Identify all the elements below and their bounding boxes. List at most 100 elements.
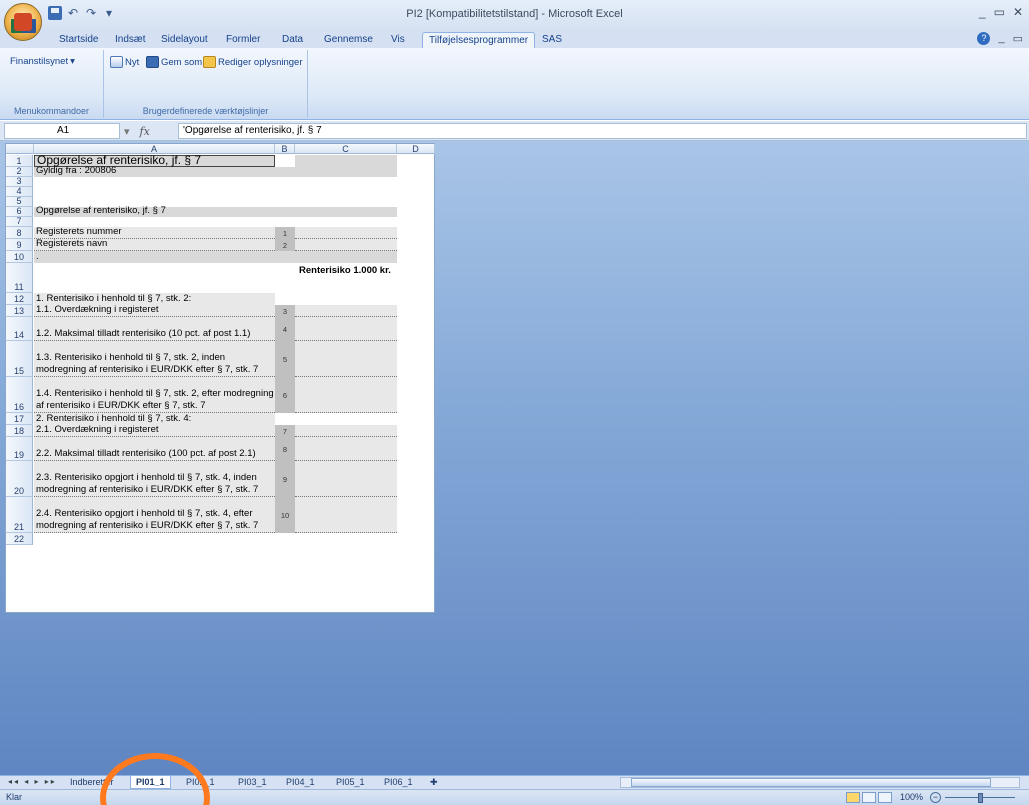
- cell-a16[interactable]: 1.4. Renterisiko i henhold til § 7, stk.…: [34, 377, 275, 413]
- cell-c8[interactable]: [295, 227, 397, 239]
- cell-b13[interactable]: 3: [275, 305, 295, 317]
- cell-c6[interactable]: [295, 207, 397, 217]
- worksheet[interactable]: A B C D 1 Opgørelse af renterisiko, jf. §…: [5, 143, 435, 613]
- row-header-9[interactable]: 9: [6, 239, 33, 251]
- row-header-22[interactable]: 22: [6, 533, 33, 545]
- horizontal-scrollbar[interactable]: [620, 777, 1020, 788]
- gem-som-button[interactable]: Gem som: [146, 56, 202, 68]
- tab-sidelayout[interactable]: Sidelayout: [155, 32, 214, 48]
- cell-b10[interactable]: [275, 251, 295, 263]
- cell-c21[interactable]: [295, 497, 397, 533]
- finanstilsynet-menu-button[interactable]: Finanstilsynet ▾: [10, 56, 75, 67]
- cell-b6[interactable]: [275, 207, 295, 217]
- restore-button[interactable]: ▭: [994, 5, 1005, 19]
- nyt-button[interactable]: Nyt: [110, 56, 139, 68]
- cell-c22[interactable]: [295, 533, 397, 545]
- tab-tilfoejelsesprogrammer[interactable]: Tilføjelsesprogrammer: [422, 32, 536, 48]
- zoom-level[interactable]: 100%: [900, 792, 923, 802]
- cell-a9[interactable]: Registerets navn: [34, 238, 275, 251]
- cell-b8[interactable]: 1: [275, 227, 295, 239]
- cell-c16[interactable]: [295, 377, 397, 413]
- cell-b19[interactable]: 8: [275, 437, 295, 461]
- cell-c1[interactable]: [295, 155, 397, 167]
- select-all-corner[interactable]: [6, 144, 34, 154]
- cell-a20[interactable]: 2.3. Renterisiko opgjort i henhold til §…: [34, 461, 275, 497]
- cell-b20[interactable]: 9: [275, 461, 295, 497]
- cell-a11[interactable]: [34, 263, 275, 293]
- rediger-oplysninger-button[interactable]: Rediger oplysninger: [203, 56, 303, 68]
- cell-a14[interactable]: 1.2. Maksimal tilladt renterisiko (10 pc…: [34, 317, 275, 341]
- tab-sas[interactable]: SAS: [536, 32, 568, 48]
- tab-indsaet[interactable]: Indsæt: [109, 32, 152, 48]
- row-header-20[interactable]: 20: [6, 461, 33, 497]
- row-header-12[interactable]: 12: [6, 293, 33, 305]
- cell-a13[interactable]: 1.1. Overdækning i registeret: [34, 304, 275, 317]
- tab-data[interactable]: Data: [276, 32, 309, 48]
- row-header-16[interactable]: 16: [6, 377, 33, 413]
- ribbon-restore-button[interactable]: ▭: [1013, 32, 1023, 45]
- cell-b15[interactable]: 5: [275, 341, 295, 377]
- zoom-out-button[interactable]: −: [930, 792, 941, 803]
- office-button[interactable]: [4, 3, 42, 41]
- formula-input[interactable]: 'Opgørelse af renterisiko, jf. § 7: [178, 123, 1027, 139]
- column-header-b[interactable]: B: [275, 144, 295, 154]
- row-header-21[interactable]: 21: [6, 497, 33, 533]
- column-header-d[interactable]: D: [397, 144, 435, 154]
- cell-b9[interactable]: 2: [275, 239, 295, 251]
- cell-b21[interactable]: 10: [275, 497, 295, 533]
- cell-c12[interactable]: [295, 293, 397, 305]
- tab-vis[interactable]: Vis: [385, 32, 411, 48]
- cell-c15[interactable]: [295, 341, 397, 377]
- cell-c20[interactable]: [295, 461, 397, 497]
- cell-c5[interactable]: [295, 197, 397, 207]
- cell-b7[interactable]: [275, 217, 295, 227]
- cell-a19[interactable]: 2.2. Maksimal tilladt renterisiko (100 p…: [34, 437, 275, 461]
- sheet-tab-pi04[interactable]: PI04_1: [286, 776, 315, 789]
- row-header-13[interactable]: 13: [6, 305, 33, 317]
- scroll-thumb[interactable]: [631, 778, 991, 787]
- cell-a18[interactable]: 2.1. Overdækning i registeret: [34, 424, 275, 437]
- cell-c10[interactable]: [295, 251, 397, 263]
- cell-b12[interactable]: [275, 293, 295, 305]
- cell-c7[interactable]: [295, 217, 397, 227]
- cell-b22[interactable]: [275, 533, 295, 545]
- cell-c18[interactable]: [295, 425, 397, 437]
- row-header-8[interactable]: 8: [6, 227, 33, 239]
- cell-c19[interactable]: [295, 437, 397, 461]
- sheet-tab-pi06[interactable]: PI06_1: [384, 776, 413, 789]
- close-button[interactable]: ✕: [1013, 5, 1023, 19]
- minimize-button[interactable]: _: [979, 5, 986, 19]
- cell-b17[interactable]: [275, 413, 295, 425]
- zoom-slider-thumb[interactable]: [978, 793, 983, 803]
- cell-b4[interactable]: [275, 187, 295, 197]
- row-header-14[interactable]: 14: [6, 317, 33, 341]
- tab-formler[interactable]: Formler: [220, 32, 266, 48]
- cell-a22[interactable]: [34, 533, 275, 545]
- sheet-nav-buttons[interactable]: ◂◂ ◂ ▸ ▸▸: [8, 777, 57, 786]
- insert-sheet-icon[interactable]: ✚: [430, 776, 438, 789]
- cell-a4[interactable]: [34, 187, 275, 197]
- page-break-view-button[interactable]: [878, 792, 892, 803]
- row-header-19[interactable]: 19: [6, 437, 33, 461]
- namebox-dropdown-icon[interactable]: ▾: [124, 125, 130, 138]
- row-header-11[interactable]: 11: [6, 263, 33, 293]
- cell-b2[interactable]: [275, 167, 295, 177]
- cell-a15[interactable]: 1.3. Renterisiko i henhold til § 7, stk.…: [34, 341, 275, 377]
- cell-a6[interactable]: Opgørelse af renterisiko, jf. § 7: [34, 205, 275, 217]
- cell-b14[interactable]: 4: [275, 317, 295, 341]
- cell-a10[interactable]: .: [34, 251, 275, 263]
- cell-c17[interactable]: [295, 413, 397, 425]
- normal-view-button[interactable]: [846, 792, 860, 803]
- cell-b1[interactable]: [275, 155, 295, 167]
- cell-b18[interactable]: 7: [275, 425, 295, 437]
- ribbon-minimize-button[interactable]: _: [998, 32, 1004, 45]
- cell-c14[interactable]: [295, 317, 397, 341]
- sheet-tab-pi03[interactable]: PI03_1: [238, 776, 267, 789]
- help-icon[interactable]: ?: [977, 32, 991, 45]
- cell-b16[interactable]: 6: [275, 377, 295, 413]
- cell-a3[interactable]: [34, 177, 275, 187]
- row-header-10[interactable]: 10: [6, 251, 33, 263]
- sheet-tab-pi05[interactable]: PI05_1: [336, 776, 365, 789]
- cell-c11[interactable]: Renterisiko 1.000 kr.: [295, 263, 397, 293]
- cell-b3[interactable]: [275, 177, 295, 187]
